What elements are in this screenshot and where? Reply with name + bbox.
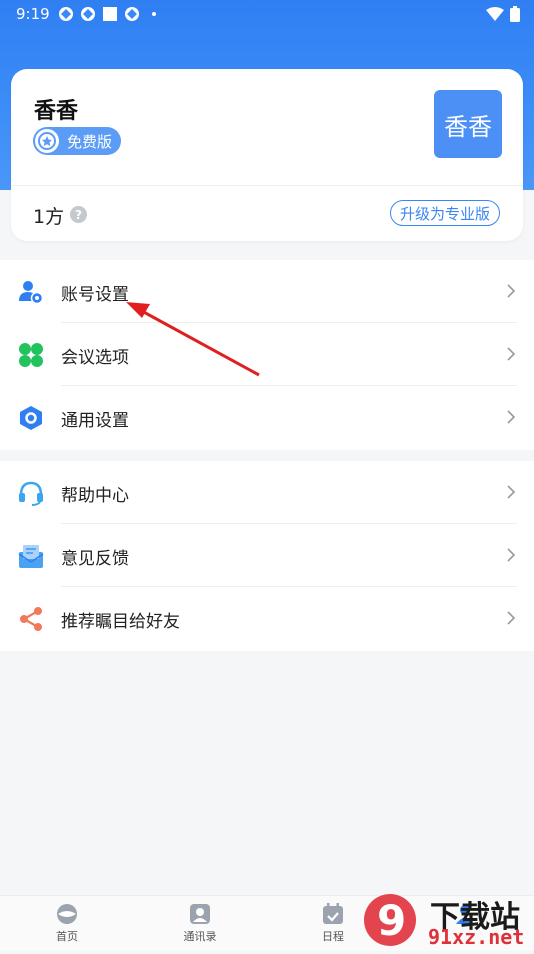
chevron-right-icon xyxy=(507,410,516,424)
wifi-icon xyxy=(486,7,504,21)
share-icon xyxy=(20,607,42,631)
nav-label: 首页 xyxy=(56,930,78,943)
menu-label: 推荐瞩目给好友 xyxy=(61,612,180,632)
notification-app-icon xyxy=(81,7,95,21)
watermark-logo-glyph: 9 xyxy=(377,896,406,945)
card-divider xyxy=(11,185,523,186)
nav-label: 日程 xyxy=(322,930,344,943)
meeting-capacity: 1方 xyxy=(33,206,65,228)
plan-label: 免费版 xyxy=(67,133,113,151)
calendar-icon xyxy=(323,903,343,924)
watermark-url: 91xz.net xyxy=(428,925,525,949)
notification-square-icon xyxy=(103,7,117,21)
clover-icon xyxy=(19,343,43,367)
plan-badge[interactable]: 免费版 xyxy=(33,127,121,155)
nav-label: 通讯录 xyxy=(183,930,217,943)
chevron-right-icon xyxy=(507,347,516,361)
menu-item-feedback[interactable]: 意见反馈 xyxy=(0,524,534,587)
menu-label: 会议选项 xyxy=(61,348,129,368)
menu-label: 帮助中心 xyxy=(61,486,129,506)
chevron-right-icon xyxy=(507,548,516,562)
watermark-logo-icon: 9 xyxy=(364,894,416,946)
help-question-icon[interactable]: ? xyxy=(70,206,87,223)
menu-item-account-settings[interactable]: 账号设置 xyxy=(0,260,534,323)
user-name: 香香 xyxy=(34,99,79,124)
status-time: 9:19 xyxy=(16,5,50,23)
menu-item-general-settings[interactable]: 通用设置 xyxy=(0,386,534,449)
home-icon xyxy=(57,904,77,924)
menu-label: 账号设置 xyxy=(61,285,129,305)
notification-app-icon xyxy=(59,7,73,21)
upgrade-button[interactable]: 升级为专业版 xyxy=(390,200,500,226)
notification-icons xyxy=(58,6,156,22)
settings-menu-group: 账号设置 会议选项 通用设置 xyxy=(0,260,534,450)
hexagon-settings-icon xyxy=(20,406,42,430)
avatar[interactable]: 香香 xyxy=(434,90,502,158)
chevron-right-icon xyxy=(507,284,516,298)
battery-icon xyxy=(510,6,520,22)
system-status xyxy=(486,6,520,22)
status-bar: 9:19 xyxy=(0,0,534,28)
chevron-right-icon xyxy=(507,485,516,499)
contacts-icon xyxy=(190,904,210,924)
support-menu-group: 帮助中心 意见反馈 推荐瞩目给好友 xyxy=(0,461,534,651)
chevron-right-icon xyxy=(507,611,516,625)
menu-item-help-center[interactable]: 帮助中心 xyxy=(0,461,534,524)
menu-item-meeting-options[interactable]: 会议选项 xyxy=(0,323,534,386)
headset-icon xyxy=(19,481,43,506)
nav-tab-contacts[interactable]: 通讯录 xyxy=(165,902,235,944)
profile-card[interactable]: 香香 免费版 香香 1方 ? 升级为专业版 xyxy=(11,69,523,241)
award-badge-icon xyxy=(35,129,59,153)
user-settings-icon xyxy=(19,281,44,305)
nav-tab-schedule[interactable]: 日程 xyxy=(298,902,368,944)
nav-tab-home[interactable]: 首页 xyxy=(32,902,102,944)
menu-label: 通用设置 xyxy=(61,411,129,431)
more-notifications-dot xyxy=(152,12,156,16)
site-watermark: 9 下载站 91xz.net xyxy=(360,890,534,950)
menu-item-recommend-to-friends[interactable]: 推荐瞩目给好友 xyxy=(0,587,534,650)
menu-label: 意见反馈 xyxy=(61,549,129,569)
feedback-mail-icon xyxy=(18,545,44,568)
notification-app-icon xyxy=(125,7,139,21)
